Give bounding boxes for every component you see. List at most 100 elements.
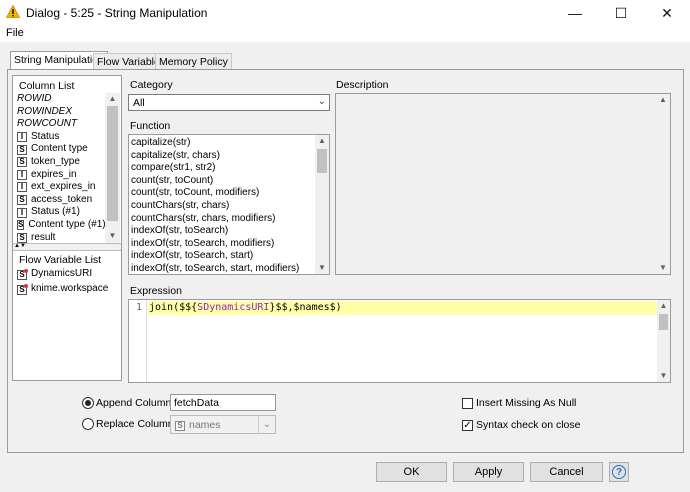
- column-list-item-label: token_type: [31, 155, 80, 167]
- scroll-up-icon[interactable]: ▲: [105, 94, 120, 103]
- column-list-item[interactable]: I Status: [17, 131, 105, 144]
- scroll-down-icon[interactable]: ▼: [315, 263, 329, 272]
- column-list-item[interactable]: Sresult: [17, 232, 105, 243]
- expression-scrollbar[interactable]: ▲ ▼: [657, 300, 670, 382]
- function-list-item[interactable]: count(str, toCount): [130, 175, 314, 188]
- description-scrollbar[interactable]: ▲ ▼: [656, 94, 670, 274]
- apply-button[interactable]: Apply: [453, 462, 524, 482]
- category-select[interactable]: All ⌄: [128, 94, 330, 111]
- append-column-input[interactable]: fetchData: [170, 394, 276, 411]
- column-list-item[interactable]: ROWID: [17, 93, 105, 106]
- flow-variable-item-label: knime.workspace: [31, 283, 109, 295]
- replace-column-label: Replace Column:: [96, 418, 177, 430]
- scroll-up-icon[interactable]: ▲: [657, 301, 670, 310]
- column-list-item-label: ext_expires_in: [31, 181, 96, 193]
- cancel-button[interactable]: Cancel: [530, 462, 603, 482]
- flow-variable-item[interactable]: Sknime.workspace: [17, 282, 117, 297]
- maximize-button[interactable]: ☐: [598, 0, 644, 26]
- chevron-down-icon[interactable]: ⌄: [258, 416, 275, 433]
- flow-variable-icon: S: [17, 268, 28, 280]
- scroll-down-icon[interactable]: ▼: [105, 231, 120, 240]
- syntax-check-checkbox[interactable]: ✓: [462, 420, 473, 431]
- line-number: 1: [135, 302, 142, 313]
- help-button[interactable]: ?: [609, 462, 629, 482]
- function-list-item[interactable]: compare(str1, str2): [130, 162, 314, 175]
- expression-code-line[interactable]: join($${SDynamicsURI}$$,$names$): [149, 302, 342, 313]
- column-list[interactable]: ROWID ROWINDEX ROWCOUNT I Status S Content typ…: [17, 93, 105, 243]
- string-type-icon: S: [17, 232, 27, 243]
- chevron-down-icon[interactable]: ⌄: [318, 96, 326, 107]
- column-list-item[interactable]: S Content type: [17, 143, 105, 156]
- column-list-item[interactable]: S Content type (#1): [17, 219, 105, 232]
- expression-token: $names$: [293, 302, 336, 313]
- column-list-item-label: ROWCOUNT: [17, 118, 77, 130]
- function-list-item[interactable]: countChars(str, chars): [130, 200, 314, 213]
- line-gutter: 1: [129, 300, 147, 382]
- replace-column-select[interactable]: S names ⌄: [170, 415, 276, 434]
- column-list-title: Column List: [19, 80, 75, 92]
- function-list-item[interactable]: indexOf(str, toSearch, start, modifiers): [130, 263, 314, 274]
- menu-file[interactable]: File: [6, 27, 24, 39]
- integer-type-icon: I: [17, 132, 27, 143]
- column-list-item-label: ROWID: [17, 93, 52, 104]
- replace-column-value: names: [189, 419, 221, 431]
- function-list[interactable]: capitalize(str) capitalize(str, chars) com…: [130, 137, 314, 274]
- function-label: Function: [130, 120, 171, 132]
- insert-missing-checkbox[interactable]: [462, 398, 473, 409]
- column-list-item[interactable]: ROWINDEX: [17, 106, 105, 119]
- string-type-icon: S: [17, 157, 27, 168]
- function-list-item[interactable]: indexOf(str, toSearch): [130, 225, 314, 238]
- column-list-item-label: ROWINDEX: [17, 105, 72, 117]
- column-list-item[interactable]: Iexpires_in: [17, 169, 105, 182]
- function-list-item[interactable]: countChars(str, chars, modifiers): [130, 213, 314, 226]
- string-type-icon: S: [17, 144, 27, 155]
- flow-variable-list[interactable]: S DynamicsURI Sknime.workspace: [17, 267, 117, 297]
- flow-variable-item[interactable]: S DynamicsURI: [17, 267, 117, 282]
- column-list-panel: Column List ROWID ROWINDEX ROWCOUNT I Status…: [12, 75, 122, 381]
- scroll-down-icon[interactable]: ▼: [657, 371, 670, 380]
- string-type-icon: S: [17, 195, 27, 206]
- warning-icon: [6, 5, 20, 18]
- function-list-item[interactable]: capitalize(str, chars): [130, 150, 314, 163]
- function-list-item[interactable]: capitalize(str): [130, 137, 314, 150]
- flow-variable-item-label: DynamicsURI: [31, 268, 93, 280]
- integer-type-icon: I: [17, 169, 27, 180]
- integer-type-icon: I: [17, 207, 27, 218]
- string-type-icon: S: [17, 220, 25, 231]
- scroll-up-icon[interactable]: ▲: [315, 136, 329, 145]
- checkmark-icon: ✓: [463, 419, 472, 431]
- append-column-radio[interactable]: [82, 397, 94, 409]
- splitter-arrows-icon[interactable]: ▲▼: [14, 243, 26, 249]
- menu-bar: File: [0, 26, 690, 42]
- expression-editor[interactable]: 1 join($${SDynamicsURI}$$,$names$) ▲ ▼: [128, 299, 671, 383]
- column-list-item-label: Status (#1): [31, 206, 80, 218]
- column-list-item[interactable]: Stoken_type: [17, 156, 105, 169]
- replace-column-radio[interactable]: [82, 418, 94, 430]
- column-list-item-label: Status: [31, 130, 60, 142]
- function-list-item[interactable]: indexOf(str, toSearch, start): [130, 250, 314, 263]
- column-list-item-label: Content type (#1): [28, 218, 105, 230]
- column-list-item[interactable]: I Status (#1): [17, 206, 105, 219]
- scroll-down-icon[interactable]: ▼: [656, 263, 670, 272]
- close-button[interactable]: ✕: [644, 0, 690, 26]
- column-list-item[interactable]: ROWCOUNT: [17, 118, 105, 131]
- scroll-thumb[interactable]: [317, 149, 327, 173]
- column-list-item-label: Content type: [31, 143, 88, 155]
- tab-memory-policy[interactable]: Memory Policy: [155, 53, 232, 69]
- function-list-item[interactable]: indexOf(str, toSearch, modifiers): [130, 238, 314, 251]
- scroll-up-icon[interactable]: ▲: [656, 95, 670, 104]
- scroll-thumb[interactable]: [107, 106, 118, 221]
- expression-token: }$$: [269, 302, 288, 313]
- column-list-item[interactable]: Saccess_token: [17, 194, 105, 207]
- expression-token: ): [335, 302, 342, 313]
- function-list-scrollbar[interactable]: ▲ ▼: [315, 135, 329, 274]
- list-splitter[interactable]: ▲▼: [13, 243, 121, 251]
- ok-button[interactable]: OK: [376, 462, 447, 482]
- scroll-thumb[interactable]: [659, 314, 668, 330]
- column-list-item[interactable]: Iext_expires_in: [17, 181, 105, 194]
- function-list-item[interactable]: count(str, toCount, modifiers): [130, 187, 314, 200]
- column-list-scrollbar[interactable]: ▲ ▼: [105, 93, 120, 243]
- description-label: Description: [336, 79, 389, 91]
- column-list-item-label: expires_in: [31, 168, 77, 180]
- minimize-button[interactable]: —: [552, 0, 598, 26]
